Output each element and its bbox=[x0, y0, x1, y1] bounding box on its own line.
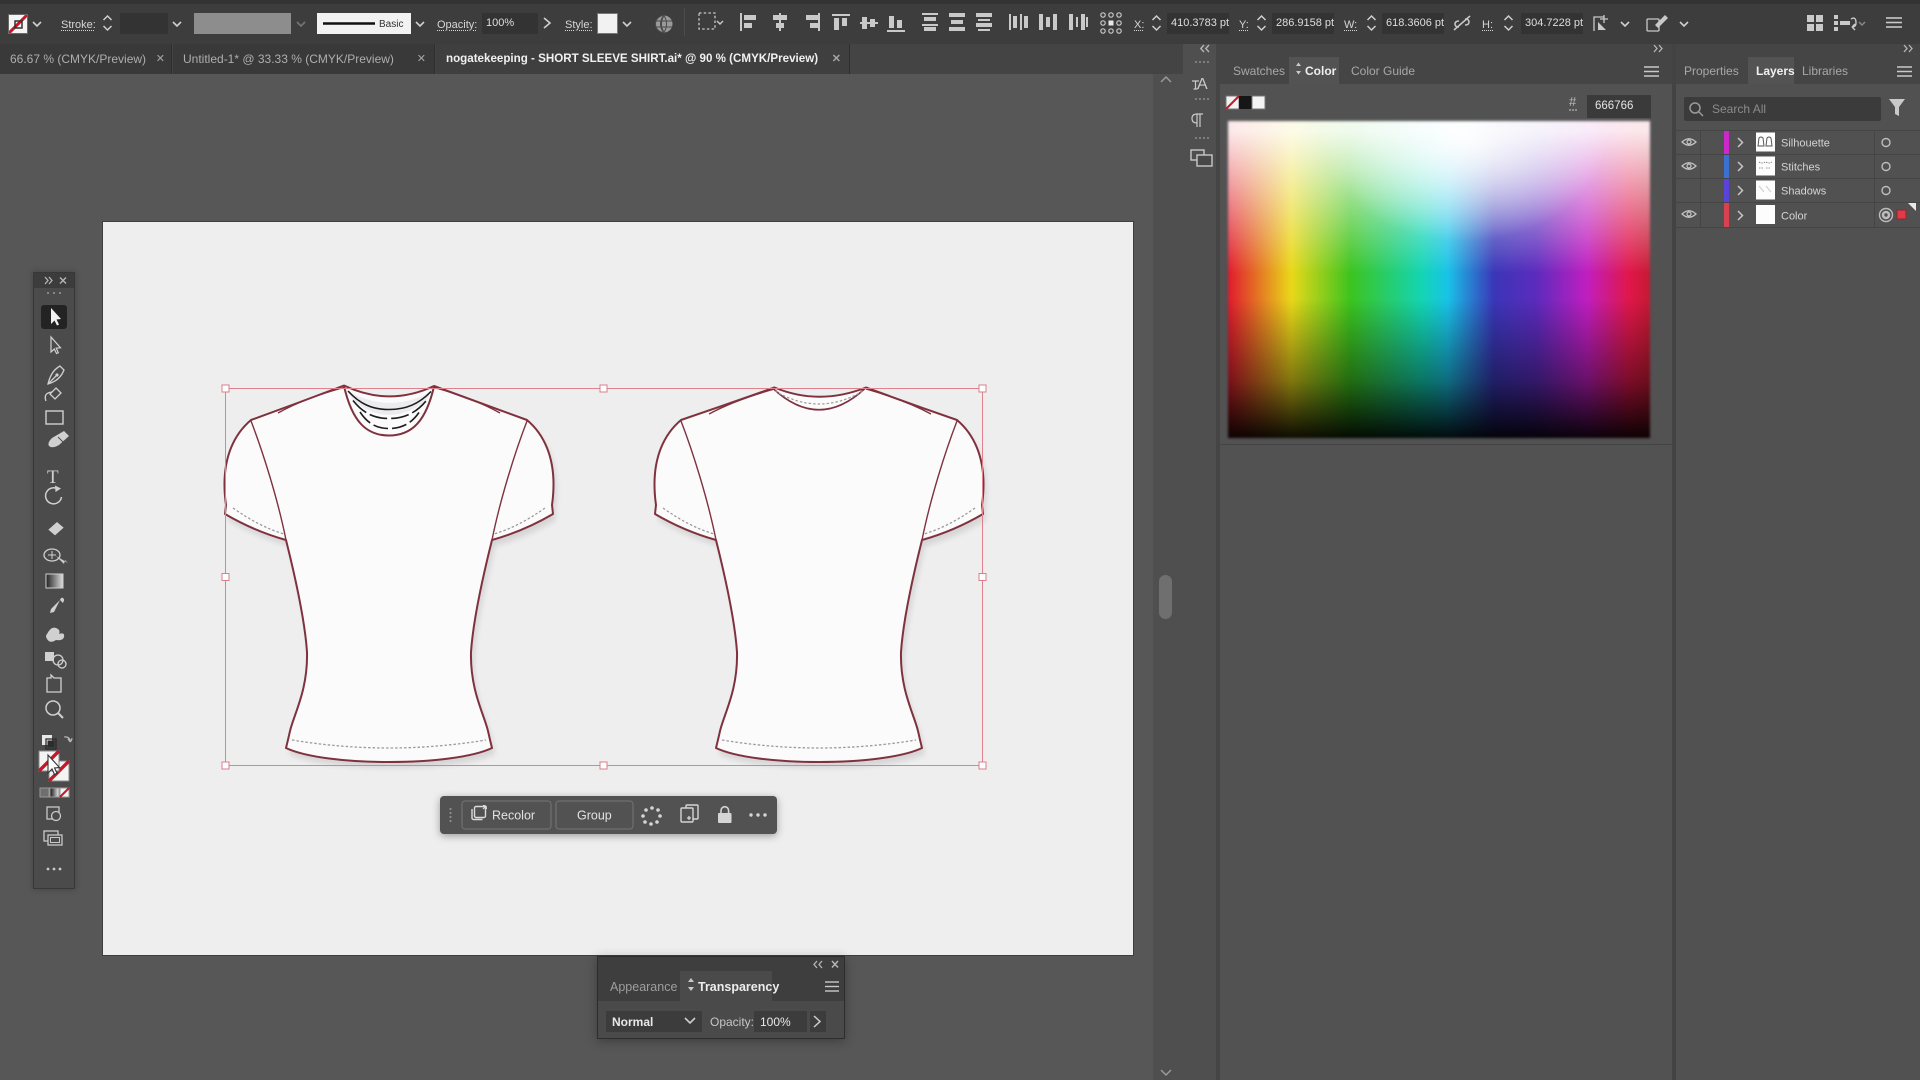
svg-text:Shadows: Shadows bbox=[1781, 186, 1827, 198]
svg-text:100%: 100% bbox=[760, 1015, 791, 1029]
svg-text:T: T bbox=[47, 467, 59, 488]
svg-text:Group: Group bbox=[577, 809, 612, 823]
svg-text:Silhouette: Silhouette bbox=[1781, 138, 1830, 150]
svg-text:Recolor: Recolor bbox=[492, 809, 535, 823]
svg-text:Stitches: Stitches bbox=[1781, 162, 1821, 174]
svg-text:Normal: Normal bbox=[612, 1015, 653, 1029]
svg-text:Color: Color bbox=[1781, 211, 1808, 223]
svg-text:#: # bbox=[1569, 94, 1577, 109]
svg-text:A: A bbox=[1197, 76, 1208, 93]
svg-text:Basic: Basic bbox=[379, 19, 403, 30]
svg-text:Opacity:: Opacity: bbox=[710, 1015, 754, 1029]
svg-text:Transparency: Transparency bbox=[698, 980, 779, 994]
svg-text:Appearance: Appearance bbox=[610, 980, 677, 994]
